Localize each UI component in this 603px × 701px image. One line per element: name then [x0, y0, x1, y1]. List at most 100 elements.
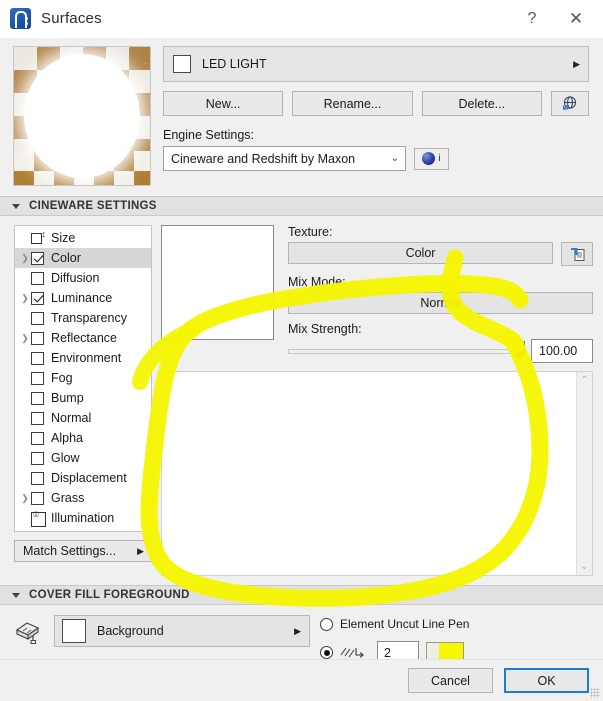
- new-button[interactable]: New...: [163, 91, 284, 116]
- chevron-right-icon[interactable]: ❯: [19, 493, 31, 504]
- channel-checkbox[interactable]: [31, 471, 44, 485]
- texture-preview[interactable]: [161, 225, 274, 340]
- list-item[interactable]: Displacement: [15, 468, 151, 488]
- scroll-down-icon[interactable]: ⌄: [580, 561, 588, 572]
- channel-label: Reflectance: [51, 331, 118, 345]
- chevron-right-icon[interactable]: ▶: [294, 626, 301, 637]
- texture-value-button[interactable]: Color: [288, 242, 553, 264]
- list-item[interactable]: Illumination: [15, 508, 151, 528]
- fill-color-swatch: [62, 619, 86, 643]
- channel-label: Glow: [51, 451, 80, 465]
- channel-checkbox[interactable]: [31, 331, 44, 345]
- channel-label: Illumination: [51, 511, 115, 525]
- radio-custom-pen[interactable]: [320, 646, 333, 659]
- cancel-button[interactable]: Cancel: [408, 668, 493, 693]
- chevron-right-icon[interactable]: ❯: [19, 293, 31, 304]
- resize-grip[interactable]: [590, 688, 600, 698]
- surface-controls: LED LIGHT ▶ New... Rename... Delete... E…: [163, 46, 589, 186]
- channel-parameters-area: ⌃ ⌄: [161, 371, 593, 576]
- channel-label: Color: [51, 251, 81, 265]
- list-item[interactable]: ❯ Grass: [15, 488, 151, 508]
- rename-button[interactable]: Rename...: [292, 91, 413, 116]
- cineware-settings-title: CINEWARE SETTINGS: [29, 200, 157, 212]
- vertical-scrollbar[interactable]: ⌃ ⌄: [576, 372, 592, 575]
- channel-list[interactable]: Size ❯ Color Diffusion ❯ Luminance: [14, 225, 152, 532]
- chevron-right-icon[interactable]: ❯: [19, 253, 31, 264]
- cover-fill-selector[interactable]: Background ▶: [54, 615, 310, 647]
- channel-label: Fog: [51, 371, 73, 385]
- list-item[interactable]: ❯ Color: [15, 248, 151, 268]
- load-texture-icon[interactable]: [561, 242, 593, 266]
- list-item[interactable]: ❯ Reflectance: [15, 328, 151, 348]
- paint-bucket-icon: [14, 619, 44, 645]
- title-bar: Surfaces ? ✕: [0, 0, 603, 38]
- surface-top-area: LED LIGHT ▶ New... Rename... Delete... E…: [0, 38, 603, 186]
- channel-checkbox[interactable]: [31, 431, 44, 445]
- dialog-body: LED LIGHT ▶ New... Rename... Delete... E…: [0, 38, 603, 701]
- element-uncut-line-pen-option[interactable]: Element Uncut Line Pen: [320, 617, 591, 631]
- mix-strength-slider[interactable]: [288, 340, 525, 361]
- channel-checkbox[interactable]: [31, 451, 44, 465]
- channel-label: Environment: [51, 351, 122, 365]
- channel-checkbox[interactable]: [31, 391, 44, 405]
- list-item[interactable]: Alpha: [15, 428, 151, 448]
- texture-fields: Texture: Color Mix Mode: Normal Mix Stre…: [288, 225, 593, 363]
- cover-fill-row: Background ▶ Element Uncut Line Pen 2: [0, 605, 603, 664]
- list-item[interactable]: Fog: [15, 368, 151, 388]
- list-item[interactable]: Size: [15, 228, 151, 248]
- channel-checkbox[interactable]: [31, 311, 44, 325]
- delete-button[interactable]: Delete...: [421, 91, 542, 116]
- list-item[interactable]: Glow: [15, 448, 151, 468]
- channel-label: Luminance: [51, 291, 113, 305]
- chevron-right-icon[interactable]: ▶: [573, 59, 580, 70]
- channel-checkbox[interactable]: [31, 411, 44, 425]
- slider-handle[interactable]: [514, 340, 525, 361]
- texture-preview-row: Texture: Color Mix Mode: Normal Mix Stre…: [161, 225, 593, 363]
- channel-checkbox[interactable]: [31, 371, 44, 385]
- element-uncut-pen-label: Element Uncut Line Pen: [340, 617, 470, 631]
- surface-preview[interactable]: [13, 46, 151, 186]
- illumination-icon: [31, 510, 46, 527]
- channel-label: Bump: [51, 391, 84, 405]
- engine-select[interactable]: Cineware and Redshift by Maxon ⌄: [163, 146, 406, 171]
- list-item[interactable]: Normal: [15, 408, 151, 428]
- chevron-down-icon: ⌄: [390, 153, 399, 164]
- list-item[interactable]: Environment: [15, 348, 151, 368]
- channel-label: Alpha: [51, 431, 83, 445]
- list-item[interactable]: ❯ Luminance: [15, 288, 151, 308]
- channel-checkbox[interactable]: [31, 251, 44, 265]
- channel-detail-panel: Texture: Color Mix Mode: Normal Mix Stre…: [161, 225, 593, 576]
- list-item[interactable]: Bump: [15, 388, 151, 408]
- channel-checkbox[interactable]: [31, 271, 44, 285]
- dialog-footer: Cancel OK: [0, 659, 603, 701]
- mix-mode-button[interactable]: Normal: [288, 292, 593, 314]
- channel-checkbox[interactable]: [31, 351, 44, 365]
- help-button[interactable]: ?: [511, 2, 553, 36]
- match-settings-label: Match Settings...: [23, 544, 117, 558]
- hatch-pen-icon: [340, 645, 370, 660]
- radio-element-uncut-pen[interactable]: [320, 617, 333, 631]
- channel-checkbox[interactable]: [31, 491, 44, 505]
- archicad-icon: [10, 8, 31, 29]
- engine-row: Cineware and Redshift by Maxon ⌄ i: [163, 146, 589, 171]
- channel-checkbox[interactable]: [31, 291, 44, 305]
- info-letter: i: [438, 153, 441, 164]
- list-item[interactable]: Diffusion: [15, 268, 151, 288]
- surface-name-label: LED LIGHT: [202, 57, 267, 71]
- cineware-settings-header[interactable]: CINEWARE SETTINGS: [0, 196, 603, 216]
- globe-download-icon[interactable]: [550, 91, 589, 116]
- match-settings-button[interactable]: Match Settings... ▶: [14, 540, 152, 562]
- pen-options: Element Uncut Line Pen 2: [320, 615, 591, 664]
- mix-strength-input[interactable]: 100.00: [531, 339, 593, 363]
- engine-settings-label: Engine Settings:: [163, 128, 255, 142]
- scroll-up-icon[interactable]: ⌃: [580, 375, 588, 386]
- channel-label: Displacement: [51, 471, 127, 485]
- cover-fill-foreground-header[interactable]: COVER FILL FOREGROUND: [0, 585, 603, 605]
- list-item[interactable]: Transparency: [15, 308, 151, 328]
- close-button[interactable]: ✕: [553, 2, 599, 36]
- fill-name-label: Background: [97, 624, 164, 638]
- chevron-right-icon[interactable]: ❯: [19, 333, 31, 344]
- engine-info-button[interactable]: i: [414, 147, 449, 170]
- surface-selector[interactable]: LED LIGHT ▶: [163, 46, 589, 82]
- ok-button[interactable]: OK: [504, 668, 589, 693]
